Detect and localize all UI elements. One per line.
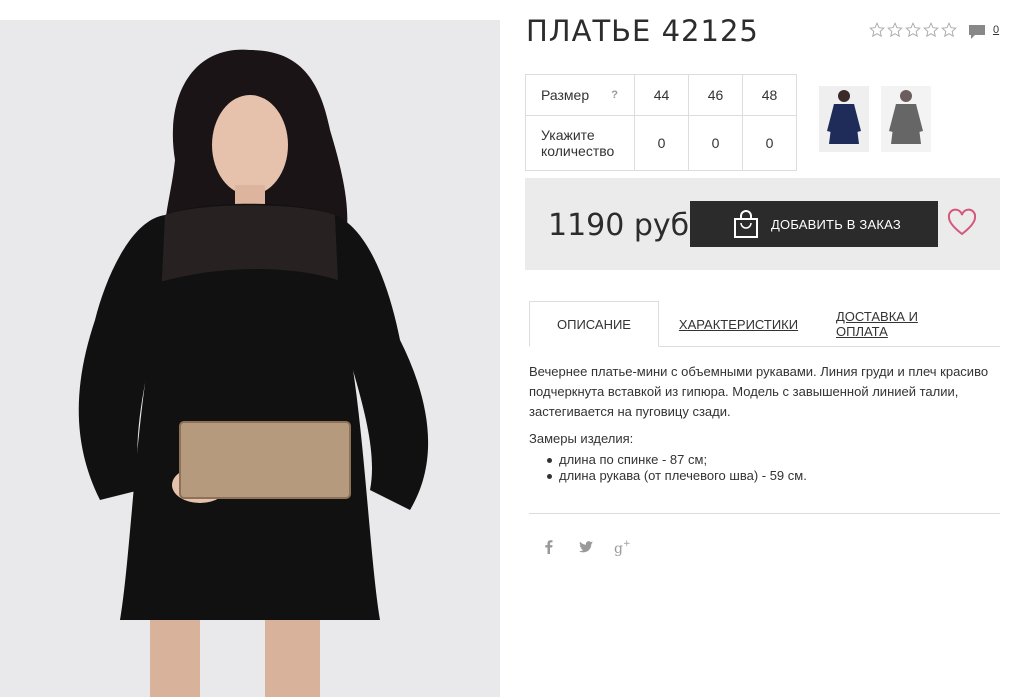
- speech-bubble-icon[interactable]: [968, 24, 986, 40]
- size-48: 48: [742, 74, 797, 116]
- list-item: длина рукава (от плечевого шва) - 59 см.: [547, 468, 807, 484]
- svg-text:g: g: [614, 541, 623, 556]
- measures-title: Замеры изделия:: [529, 431, 634, 446]
- measures-list: длина по спинке - 87 см; длина рукава (о…: [547, 452, 807, 484]
- help-icon[interactable]: ?: [611, 89, 618, 101]
- quantity-input-46[interactable]: 0: [688, 115, 743, 171]
- star-rating[interactable]: [869, 22, 957, 38]
- tab-description[interactable]: ОПИСАНИЕ: [529, 301, 659, 347]
- quantity-input-48[interactable]: 0: [742, 115, 797, 171]
- add-to-order-button[interactable]: ДОБАВИТЬ В ЗАКАЗ: [690, 201, 938, 247]
- product-title: ПЛАТЬЕ 42125: [526, 14, 759, 48]
- twitter-icon[interactable]: [577, 538, 595, 556]
- thumbnail-navy-dress[interactable]: [819, 86, 869, 152]
- add-to-order-label: ДОБАВИТЬ В ЗАКАЗ: [771, 216, 901, 232]
- thumbnail-black-dress[interactable]: [881, 86, 931, 152]
- comment-count-link[interactable]: 0: [993, 24, 999, 36]
- quantity-label: Укажите количество: [525, 115, 635, 171]
- size-46: 46: [688, 74, 743, 116]
- product-description: Вечернее платье-мини с объемными рукавам…: [529, 364, 989, 419]
- star-outline-icon[interactable]: [941, 22, 957, 38]
- list-item: длина по спинке - 87 см;: [547, 452, 807, 468]
- google-plus-icon[interactable]: g +: [614, 538, 632, 556]
- divider: [529, 513, 1000, 514]
- quantity-input-44[interactable]: 0: [634, 115, 689, 171]
- tab-characteristics[interactable]: ХАРАКТЕРИСТИКИ: [676, 301, 801, 347]
- star-outline-icon[interactable]: [887, 22, 903, 38]
- facebook-icon[interactable]: [540, 538, 558, 556]
- size-44: 44: [634, 74, 689, 116]
- product-tabs: ОПИСАНИЕ ХАРАКТЕРИСТИКИ ДОСТАВКА И ОПЛАТ…: [529, 301, 1000, 347]
- tab-delivery-payment[interactable]: ДОСТАВКА И ОПЛАТА: [836, 301, 973, 347]
- size-label: Размер ?: [525, 74, 635, 116]
- star-outline-icon[interactable]: [905, 22, 921, 38]
- svg-text:+: +: [623, 539, 631, 549]
- size-quantity-table: Размер ? 44 46 48 Укажите количество 0 0…: [525, 74, 797, 171]
- star-outline-icon[interactable]: [869, 22, 885, 38]
- heart-outline-icon[interactable]: [947, 208, 977, 238]
- shopping-bag-icon: [734, 210, 758, 238]
- star-outline-icon[interactable]: [923, 22, 939, 38]
- product-price: 1190 руб: [548, 208, 690, 243]
- product-photo[interactable]: [0, 20, 500, 697]
- price-box: 1190 руб ДОБАВИТЬ В ЗАКАЗ: [525, 178, 1000, 270]
